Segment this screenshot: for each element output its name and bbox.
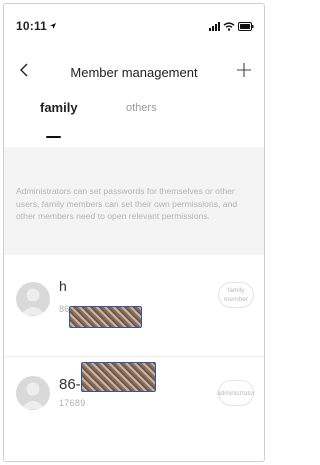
tab-family[interactable]: family	[40, 100, 78, 115]
status-time: 10:11	[16, 19, 48, 33]
wifi-icon	[223, 21, 235, 31]
role-badge: family member	[218, 282, 254, 308]
plus-icon	[237, 62, 251, 82]
status-time-group: 10:11	[16, 17, 57, 35]
status-icons	[209, 21, 254, 31]
info-panel: Administrators can set passwords for the…	[4, 147, 264, 255]
member-name: h	[59, 278, 67, 294]
active-tab-indicator	[46, 136, 61, 138]
member-row[interactable]: h 86-1 family member	[4, 266, 264, 357]
nav-header: Member management	[4, 54, 264, 90]
battery-icon	[238, 21, 254, 31]
redaction-block	[69, 306, 142, 328]
status-bar: 10:11	[4, 4, 264, 48]
back-button[interactable]	[12, 58, 36, 86]
chevron-left-icon	[19, 63, 29, 82]
role-badge: administrator	[217, 380, 255, 406]
member-row[interactable]: 86-17 17689 administrator	[4, 356, 264, 446]
add-member-button[interactable]	[232, 58, 256, 86]
default-avatar-icon	[16, 282, 50, 316]
location-arrow-icon	[49, 17, 57, 35]
page-title: Member management	[70, 64, 198, 80]
signal-icon	[209, 21, 220, 31]
member-phone: 17689	[59, 398, 86, 408]
app-screen: 10:11 Member management family others Ad…	[3, 3, 265, 462]
tab-others[interactable]: others	[126, 102, 157, 114]
default-avatar-icon	[16, 376, 50, 410]
permissions-info-text: Administrators can set passwords for the…	[16, 186, 238, 221]
redaction-block	[81, 362, 156, 392]
member-tabs: family others	[4, 100, 264, 140]
